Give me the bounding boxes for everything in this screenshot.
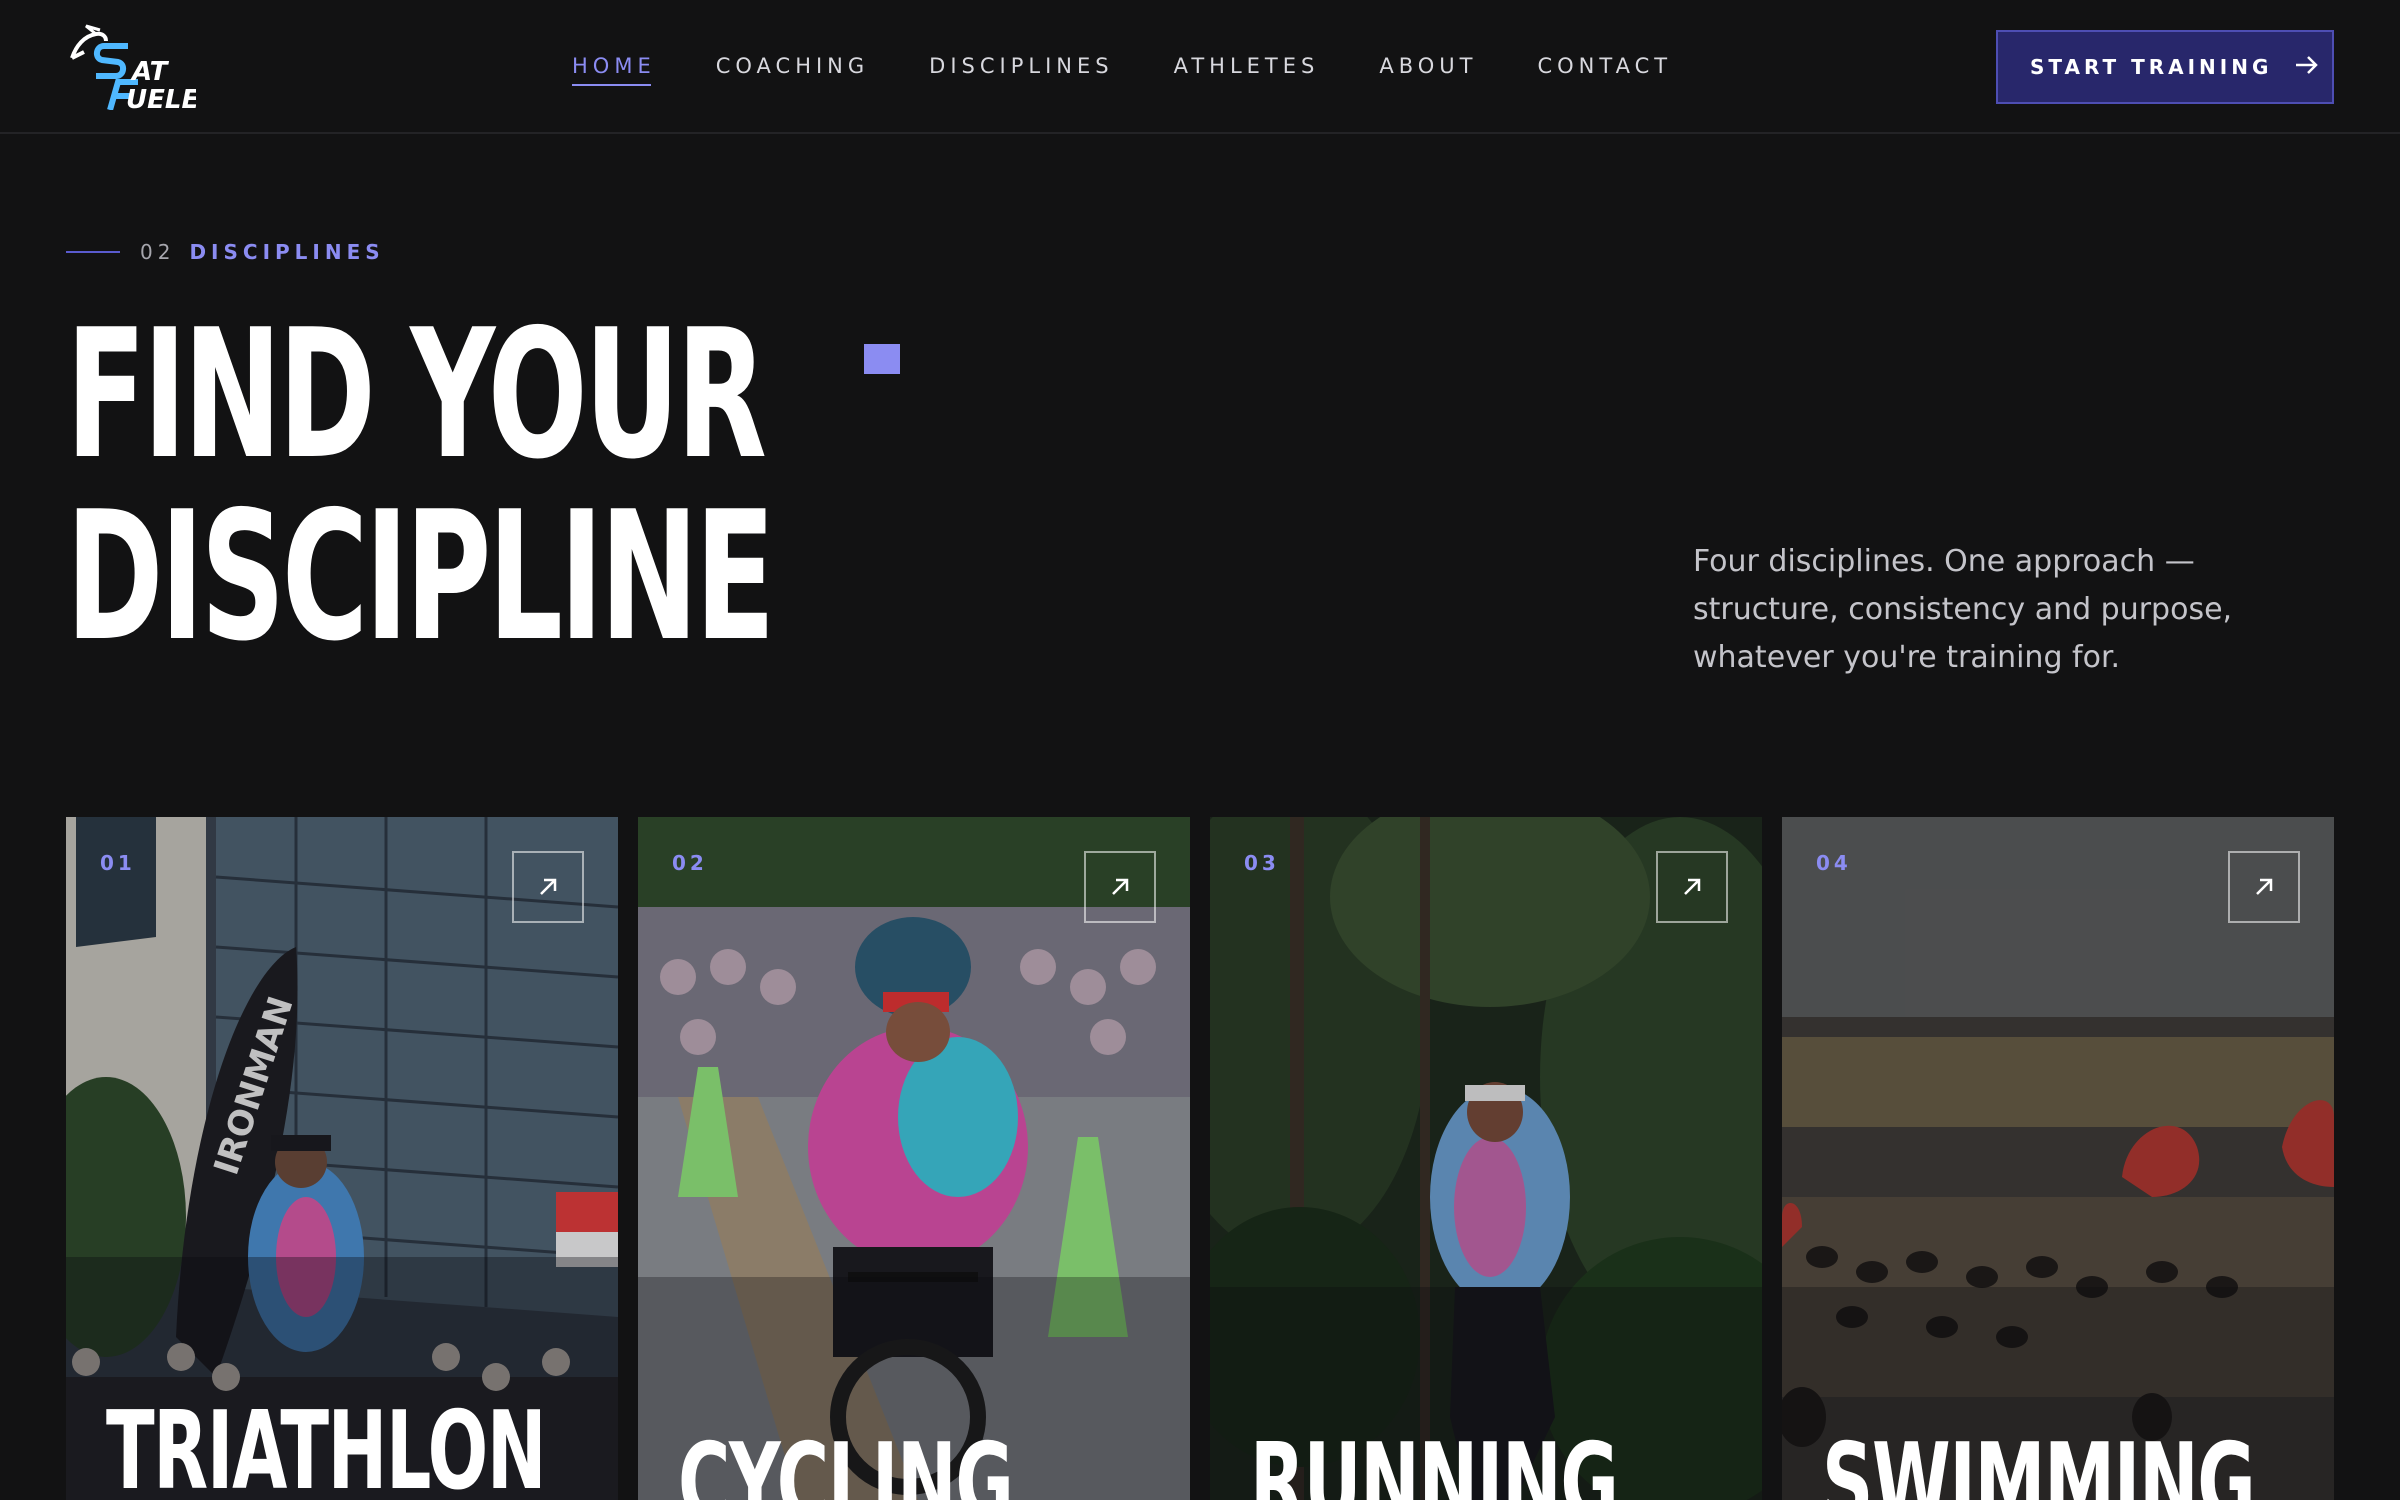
card-number: 02: [672, 851, 708, 875]
nav-item-coaching[interactable]: COACHING: [716, 54, 869, 86]
arrow-up-right-icon[interactable]: [512, 851, 584, 923]
top-navigation-bar: AT UELED HOME COACHING DISCIPLINES ATHLE…: [0, 0, 2400, 134]
start-training-label: START TRAINING: [2030, 55, 2273, 79]
arrow-up-right-icon[interactable]: [2228, 851, 2300, 923]
svg-text:UELED: UELED: [126, 85, 196, 110]
eyebrow-rule: [66, 251, 120, 253]
section-description: Four disciplines. One approach — structu…: [1693, 544, 2233, 675]
nav-item-athletes[interactable]: ATHLETES: [1174, 54, 1320, 86]
discipline-card-running[interactable]: 03 RUNNING: [1210, 817, 1762, 1500]
nav-item-disciplines[interactable]: DISCIPLINES: [929, 54, 1113, 86]
page-headline: FIND YOUR DISCIPLINE: [66, 304, 1136, 668]
discipline-card-swimming[interactable]: 04 SWIMMING: [1782, 817, 2334, 1500]
discipline-card-triathlon[interactable]: IRONMAN 01 TRIATHLON: [66, 817, 618, 1500]
brand-logo-mark: AT UELED: [70, 24, 221, 115]
brand-logo[interactable]: AT UELED: [66, 24, 221, 115]
card-title: RUNNING: [1250, 1421, 1619, 1500]
discipline-cards: IRONMAN 01 TRIATHLON: [66, 817, 2334, 1500]
headline-line-2: DISCIPLINE: [66, 473, 775, 680]
section-eyebrow: 02 DISCIPLINES: [66, 240, 385, 264]
nav-item-about[interactable]: ABOUT: [1379, 54, 1477, 86]
svg-text:AT: AT: [130, 57, 170, 87]
card-title: CYCLING: [678, 1421, 1014, 1500]
headline-accent-square: [864, 344, 900, 374]
arrow-up-right-icon[interactable]: [1656, 851, 1728, 923]
headline-line-1: FIND YOUR: [66, 291, 767, 498]
card-number: 01: [100, 851, 136, 875]
section-label: DISCIPLINES: [189, 240, 385, 264]
primary-nav: HOME COACHING DISCIPLINES ATHLETES ABOUT…: [572, 54, 1672, 86]
section-number: 02: [140, 240, 176, 264]
card-number: 03: [1244, 851, 1280, 875]
arrow-up-right-icon[interactable]: [1084, 851, 1156, 923]
card-title: TRIATHLON: [106, 1389, 547, 1500]
start-training-button[interactable]: START TRAINING: [1996, 30, 2334, 104]
nav-item-home[interactable]: HOME: [572, 54, 656, 86]
nav-item-contact[interactable]: CONTACT: [1537, 54, 1672, 86]
card-number: 04: [1816, 851, 1852, 875]
arrow-right-icon: [2294, 54, 2320, 81]
discipline-card-cycling[interactable]: 02 CYCLING: [638, 817, 1190, 1500]
card-title: SWIMMING: [1822, 1421, 2256, 1500]
